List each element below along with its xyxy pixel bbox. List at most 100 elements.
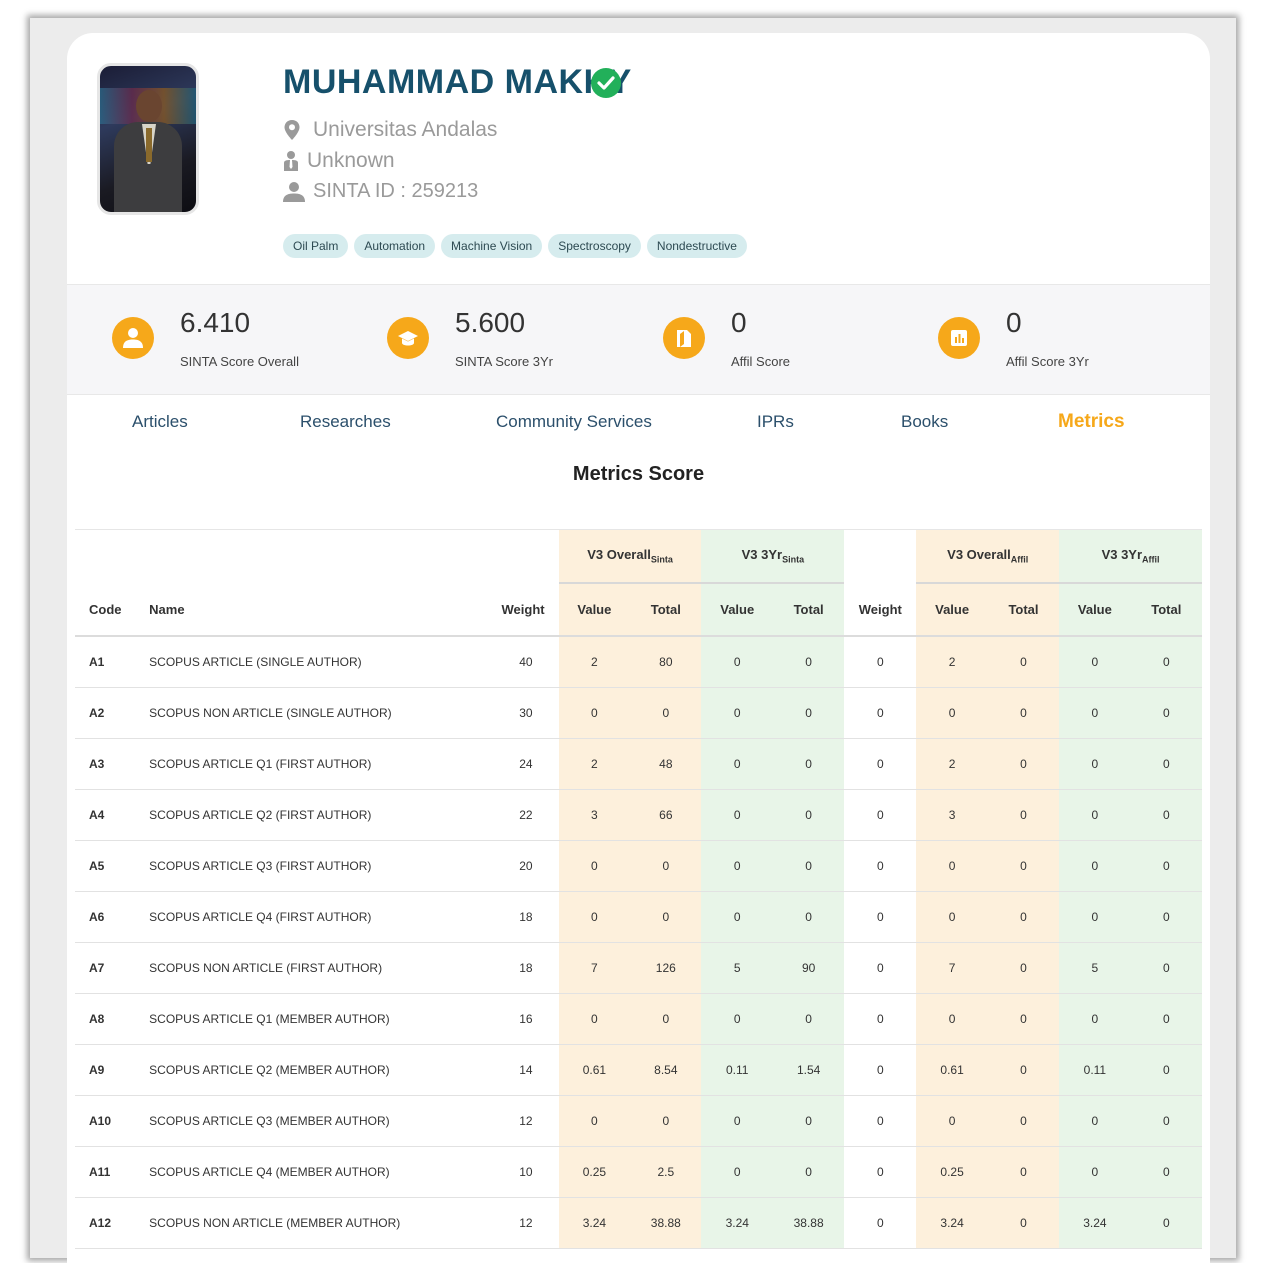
- department-row: Unknown: [283, 149, 395, 173]
- cell-3yr-sinta-value: 0: [701, 1095, 773, 1147]
- cell-overall-affil-value: 0: [916, 687, 988, 739]
- cell-weight: 18: [448, 942, 559, 994]
- cell-overall-sinta-total: 2.5: [630, 1146, 702, 1198]
- cell-code: A3: [75, 738, 150, 790]
- cell-3yr-sinta-total: 38.88: [773, 1197, 845, 1249]
- cell-weight: 14: [448, 1044, 559, 1096]
- tag-nondestructive[interactable]: Nondestructive: [646, 234, 747, 258]
- cell-3yr-affil-value: 0: [1059, 1146, 1131, 1198]
- tab-metrics[interactable]: Metrics: [1058, 411, 1125, 433]
- cell-3yr-affil-value: 0.11: [1059, 1044, 1131, 1096]
- tab-community-services[interactable]: Community Services: [496, 412, 652, 432]
- cell-3yr-sinta-value: 0: [701, 636, 773, 688]
- cell-3yr-sinta-value: 3.24: [701, 1197, 773, 1249]
- cell-3yr-affil-total: 0: [1130, 636, 1202, 688]
- cell-overall-sinta-value: 0.61: [558, 1044, 631, 1096]
- research-tags: Oil Palm Automation Machine Vision Spect…: [283, 234, 747, 258]
- tag-machine-vision[interactable]: Machine Vision: [441, 234, 543, 258]
- cell-overall-affil-value: 0: [916, 891, 988, 943]
- cell-code: A2: [75, 687, 150, 739]
- cell-3yr-sinta-total: 0: [773, 789, 845, 841]
- group-header-v3-3yr-sinta: V3 3YrSinta: [701, 529, 845, 584]
- cell-overall-affil-total: 0: [987, 789, 1060, 841]
- cell-overall-sinta-total: 66: [630, 789, 702, 841]
- tab-researches[interactable]: Researches: [300, 412, 391, 432]
- column-header-code: Code: [75, 583, 150, 637]
- cell-overall-affil-value: 0.61: [916, 1044, 988, 1096]
- cell-overall-sinta-value: 0: [558, 1095, 631, 1147]
- metrics-table-body: A1 SCOPUS ARTICLE (SINGLE AUTHOR) 40 2 80 0 0 0…: [75, 636, 1202, 1249]
- score-value: 6.410: [180, 307, 251, 338]
- column-header-weight: Weight: [844, 583, 917, 637]
- cell-3yr-sinta-total: 0: [773, 891, 845, 943]
- cell-3yr-affil-value: 3.24: [1059, 1197, 1131, 1249]
- cell-3yr-sinta-value: 0: [701, 738, 773, 790]
- cell-3yr-affil-total: 0: [1130, 738, 1202, 790]
- cell-weight: 40: [448, 636, 559, 688]
- cell-overall-affil-total: 0: [987, 1197, 1060, 1249]
- tab-articles[interactable]: Articles: [132, 412, 188, 432]
- table-row: A9 SCOPUS ARTICLE Q2 (MEMBER AUTHOR) 14 0.6…: [75, 1044, 1202, 1096]
- cell-affil-weight: 0: [844, 738, 917, 790]
- cell-overall-sinta-total: 0: [630, 687, 702, 739]
- cell-overall-sinta-value: 2: [558, 636, 631, 688]
- cell-weight: 12: [448, 1197, 559, 1249]
- column-header-value: Value: [701, 583, 773, 637]
- person-tie-icon: [283, 150, 299, 172]
- cell-code: A6: [75, 891, 150, 943]
- cell-3yr-sinta-total: 1.54: [773, 1044, 845, 1096]
- cell-affil-weight: 0: [844, 840, 917, 892]
- cell-3yr-sinta-total: 90: [773, 942, 845, 994]
- tag-oil-palm[interactable]: Oil Palm: [283, 234, 349, 258]
- tag-spectroscopy[interactable]: Spectroscopy: [548, 234, 641, 258]
- table-row: A5 SCOPUS ARTICLE Q3 (FIRST AUTHOR) 20 0 0 0 0…: [75, 840, 1202, 892]
- cell-weight: 10: [448, 1146, 559, 1198]
- verified-check-icon: [591, 68, 621, 98]
- cell-weight: 16: [448, 993, 559, 1045]
- cell-overall-affil-value: 0: [916, 1095, 988, 1147]
- score-value: 0: [731, 307, 747, 338]
- cell-3yr-affil-value: 0: [1059, 687, 1131, 739]
- cell-weight: 20: [448, 840, 559, 892]
- cell-code: A9: [75, 1044, 150, 1096]
- cell-3yr-affil-total: 0: [1130, 1095, 1202, 1147]
- header-spacer: [844, 530, 916, 584]
- cell-code: A7: [75, 942, 150, 994]
- cell-overall-sinta-value: 3.24: [558, 1197, 631, 1249]
- cell-overall-affil-total: 0: [987, 687, 1060, 739]
- score-value: 5.600: [455, 307, 526, 338]
- cell-weight: 22: [448, 789, 559, 841]
- tag-automation[interactable]: Automation: [354, 234, 436, 258]
- cell-code: A8: [75, 993, 150, 1045]
- cell-3yr-sinta-value: 0: [701, 891, 773, 943]
- cell-3yr-sinta-value: 0: [701, 1146, 773, 1198]
- cell-3yr-affil-value: 0: [1059, 891, 1131, 943]
- table-row: A7 SCOPUS NON ARTICLE (FIRST AUTHOR) 18 7 12…: [75, 942, 1202, 994]
- metrics-title: Metrics Score: [572, 463, 705, 485]
- table-row: A8 SCOPUS ARTICLE Q1 (MEMBER AUTHOR) 16 0 0 0…: [75, 993, 1202, 1045]
- cell-overall-sinta-total: 0: [630, 1095, 702, 1147]
- cell-overall-affil-total: 0: [987, 891, 1060, 943]
- table-row: A1 SCOPUS ARTICLE (SINGLE AUTHOR) 40 2 80 0 0 0…: [75, 636, 1202, 688]
- cell-3yr-sinta-total: 0: [773, 993, 845, 1045]
- affiliation-link[interactable]: Universitas Andalas: [313, 118, 497, 142]
- cell-name: SCOPUS ARTICLE Q1 (FIRST AUTHOR): [149, 738, 449, 790]
- cell-affil-weight: 0: [844, 789, 917, 841]
- cell-affil-weight: 0: [844, 1197, 917, 1249]
- tab-iprs[interactable]: IPRs: [757, 412, 794, 432]
- cell-overall-sinta-total: 0: [630, 993, 702, 1045]
- column-header-name: Name: [149, 583, 449, 637]
- cell-overall-sinta-total: 80: [630, 636, 702, 688]
- tab-books[interactable]: Books: [901, 412, 948, 432]
- cell-overall-sinta-total: 0: [630, 891, 702, 943]
- map-pin-icon: [283, 119, 303, 141]
- cell-overall-sinta-value: 0.25: [558, 1146, 631, 1198]
- cell-overall-sinta-value: 2: [558, 738, 631, 790]
- cell-overall-sinta-value: 7: [558, 942, 631, 994]
- cell-overall-sinta-total: 0: [630, 840, 702, 892]
- column-header-value: Value: [916, 583, 988, 637]
- cell-name: SCOPUS NON ARTICLE (MEMBER AUTHOR): [149, 1197, 449, 1249]
- cell-affil-weight: 0: [844, 891, 917, 943]
- cell-3yr-affil-total: 0: [1130, 1197, 1202, 1249]
- cell-3yr-affil-value: 5: [1059, 942, 1131, 994]
